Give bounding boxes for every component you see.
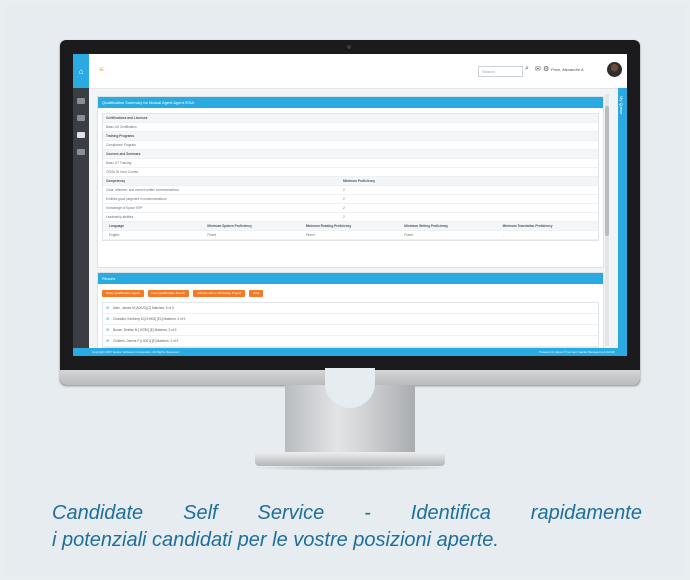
caption-line-1: Candidate Self Service - Identifica rapi… [52, 500, 642, 527]
table-row: Basic JIT Training [103, 159, 598, 168]
column-header: Minimum Translation Proficiency [502, 224, 553, 228]
qualification-summary-panel: Qualification Summary for Mutual Agent A… [97, 96, 604, 268]
my-queue-label: My Queue [619, 96, 624, 115]
caption-line-2: i potenziali candidati per le vostre pos… [52, 529, 499, 551]
table-row: Basic Lift Certification [103, 123, 598, 132]
scrollbar[interactable] [605, 94, 609, 346]
report-icon[interactable] [77, 149, 85, 155]
copyright-text: Copyright 2017 Epicor Software Corporati… [92, 350, 180, 354]
competency-name: Leadership abilities [106, 215, 134, 219]
table-row: Leadership abilities 2 [103, 213, 598, 222]
search-input[interactable]: Search [478, 66, 523, 77]
camera [347, 45, 351, 49]
person-icon[interactable] [77, 132, 85, 138]
results-toolbar: Notify Qualification Agent New Qualifica… [98, 284, 603, 297]
list-item[interactable]: Allen, James M [A0023] [2] Matches: 5 of… [103, 303, 598, 314]
caption-word: Self [183, 502, 218, 524]
table-row: Knowledge of Epicor ERP 2 [103, 204, 598, 213]
competency-name: Knowledge of Epicor ERP [106, 206, 143, 210]
table-cell: - [502, 233, 504, 237]
screen: ⌂ ≡ Search ⌕ ✉ ⚙ Price, Alexandre A My Q… [73, 54, 627, 356]
column-header: Language [109, 224, 125, 228]
competency-label: Competency [106, 179, 126, 183]
monitor: ⌂ ≡ Search ⌕ ✉ ⚙ Price, Alexandre A My Q… [60, 40, 640, 385]
list-item[interactable]: Brown, Debbie M [10780] [E] Matches: 3 o… [103, 325, 598, 336]
search-icon[interactable]: ⌕ [525, 65, 529, 73]
table-row: OSHA 30 Hour Course [103, 168, 598, 177]
results-panel: Results Notify Qualification Agent New Q… [97, 272, 604, 354]
section-heading: Courses and Seminars [103, 150, 598, 159]
table-row: Compliance Program [103, 141, 598, 150]
language-header-row: Language Minimum Spoken Proficiency Mini… [103, 222, 598, 231]
column-header: Minimum Writing Proficiency [404, 224, 449, 228]
mail-icon[interactable]: ✉ [535, 65, 541, 73]
section-heading: Training Programs [103, 132, 598, 141]
logo-icon[interactable]: ⌂ [73, 54, 89, 88]
column-header: Minimum Spoken Proficiency [207, 224, 252, 228]
gear-icon[interactable]: ⚙ [543, 65, 549, 73]
caption-word: - [364, 502, 371, 524]
footer: Copyright 2017 Epicor Software Corporati… [73, 348, 627, 356]
table-row: Exhibits good judgment in communications… [103, 195, 598, 204]
table-row: Clear, effective, and correct written co… [103, 186, 598, 195]
caption-word: Identifica [410, 502, 491, 524]
results-list: Allen, James M [A0023] [2] Matches: 5 of… [102, 302, 599, 348]
table-cell: English [109, 233, 120, 237]
competency-level: 2 [343, 197, 345, 201]
print-button[interactable]: Print [249, 290, 264, 297]
competency-name: Clear, effective, and correct written co… [106, 188, 179, 192]
new-search-button[interactable]: New Qualification Search [147, 290, 190, 297]
competency-level: 2 [343, 215, 345, 219]
my-queue-tab[interactable]: My Queue [618, 88, 627, 356]
competency-level: 2 [343, 206, 345, 210]
caption-word: rapidamente [530, 502, 642, 524]
list-item[interactable]: Childers, Dennis P [L0001] [E] Matches: … [103, 336, 598, 347]
column-header: Minimum Reading Proficiency [305, 224, 352, 228]
monitor-base [255, 452, 445, 466]
qualification-table: Certifications and Licenses Basic Lift C… [102, 113, 599, 241]
avatar[interactable] [607, 62, 622, 77]
competency-heading: Competency Minimum Proficiency [103, 177, 598, 186]
left-rail [73, 88, 89, 356]
table-cell: Fluent [207, 233, 217, 237]
user-name[interactable]: Price, Alexandre A [551, 67, 584, 72]
powered-by-text: Powered by Epicor® Human Capital Managem… [538, 350, 615, 354]
home-icon[interactable] [77, 98, 85, 104]
menu-icon[interactable]: ≡ [99, 65, 104, 74]
caption-word: Service [257, 502, 325, 524]
section-heading: Certifications and Licenses [103, 114, 598, 123]
competency-name: Exhibits good judgment in communications [106, 197, 167, 201]
caption-word: Candidate [52, 502, 144, 524]
list-item[interactable]: Chandler, Kimberly M [CH003] [E2] Matche… [103, 314, 598, 325]
add-to-project-button[interactable]: Add Results to Workshop Project [193, 290, 246, 297]
list-icon[interactable] [77, 115, 85, 121]
top-bar: ⌂ ≡ Search ⌕ ✉ ⚙ Price, Alexandre A [73, 54, 627, 89]
language-row: English Fluent Fluent Fluent - [103, 231, 598, 240]
competency-level: 2 [343, 188, 345, 192]
proficiency-label: Minimum Proficiency [343, 179, 376, 183]
panel-title: Qualification Summary for Mutual Agent A… [98, 97, 603, 108]
table-cell: Fluent [305, 233, 315, 237]
notify-agent-button[interactable]: Notify Qualification Agent [102, 290, 144, 297]
caption: Candidate Self Service - Identifica rapi… [52, 500, 642, 554]
results-title: Results [98, 273, 603, 284]
table-cell: Fluent [404, 233, 414, 237]
